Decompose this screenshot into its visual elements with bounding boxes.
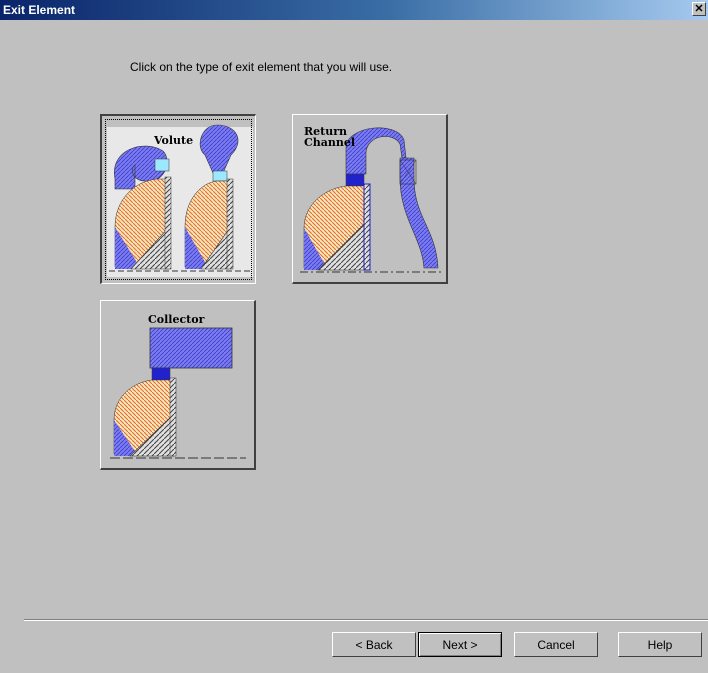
volute-option-button[interactable]: Volute — [100, 114, 256, 284]
title-bar: Exit Element ✕ — [0, 0, 708, 20]
return-label-line2: Channel — [304, 136, 356, 149]
window-frame-left — [0, 20, 12, 673]
next-button[interactable]: Next > — [418, 632, 502, 657]
cancel-button[interactable]: Cancel — [514, 632, 598, 657]
close-button[interactable]: ✕ — [692, 2, 706, 16]
close-icon: ✕ — [694, 3, 704, 15]
instruction-text: Click on the type of exit element that y… — [130, 60, 393, 74]
back-button[interactable]: < Back — [332, 632, 416, 657]
collector-label: Collector — [148, 313, 205, 326]
help-button[interactable]: Help — [618, 632, 702, 657]
collector-diagram — [110, 327, 246, 459]
volute-label: Volute — [154, 134, 194, 147]
collector-option-button[interactable]: Collector — [100, 300, 256, 470]
window-title: Exit Element — [3, 3, 76, 17]
button-separator — [24, 619, 708, 621]
return-channel-option-button[interactable]: Return Channel — [292, 114, 448, 284]
